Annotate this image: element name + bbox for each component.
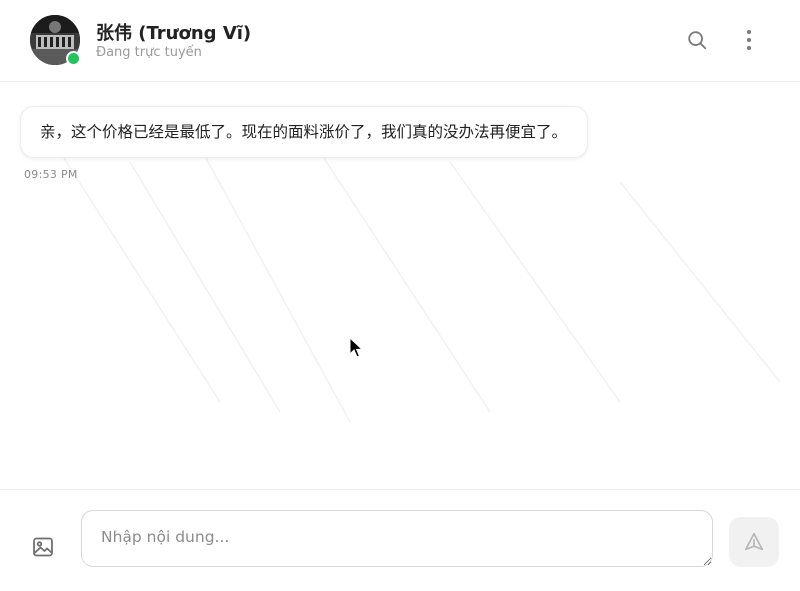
contact-status: Đang trực tuyến (96, 45, 202, 60)
contact-avatar[interactable] (30, 15, 81, 66)
background-pattern (59, 146, 781, 423)
send-button[interactable] (729, 517, 779, 567)
message-bubble[interactable]: 亲，这个价格已经是最低了。现在的面料涨价了，我们真的没办法再便宜了。 (20, 106, 589, 158)
send-icon (744, 532, 764, 551)
more-vertical-icon (747, 30, 751, 50)
message-list[interactable]: 亲，这个价格已经是最低了。现在的面料涨价了，我们真的没办法再便宜了。 09:53… (0, 82, 800, 489)
image-icon (33, 537, 53, 557)
search-icon (688, 31, 707, 50)
more-options-button[interactable] (734, 25, 764, 55)
contact-name: 张伟 (Trương Vĩ) (96, 23, 252, 44)
chat-header: 张伟 (Trương Vĩ) Đang trực tuyến (0, 0, 800, 82)
message-composer (0, 489, 800, 591)
attach-image-button[interactable] (29, 533, 57, 561)
message-input[interactable] (81, 510, 713, 567)
chat-window: 张伟 (Trương Vĩ) Đang trực tuyến 亲，这个价格已经是… (0, 0, 800, 591)
online-status-dot (66, 51, 81, 66)
message-incoming: 亲，这个价格已经是最低了。现在的面料涨价了，我们真的没办法再便宜了。 09:53… (20, 106, 589, 181)
message-time: 09:53 PM (24, 168, 78, 181)
search-button[interactable] (682, 25, 712, 55)
